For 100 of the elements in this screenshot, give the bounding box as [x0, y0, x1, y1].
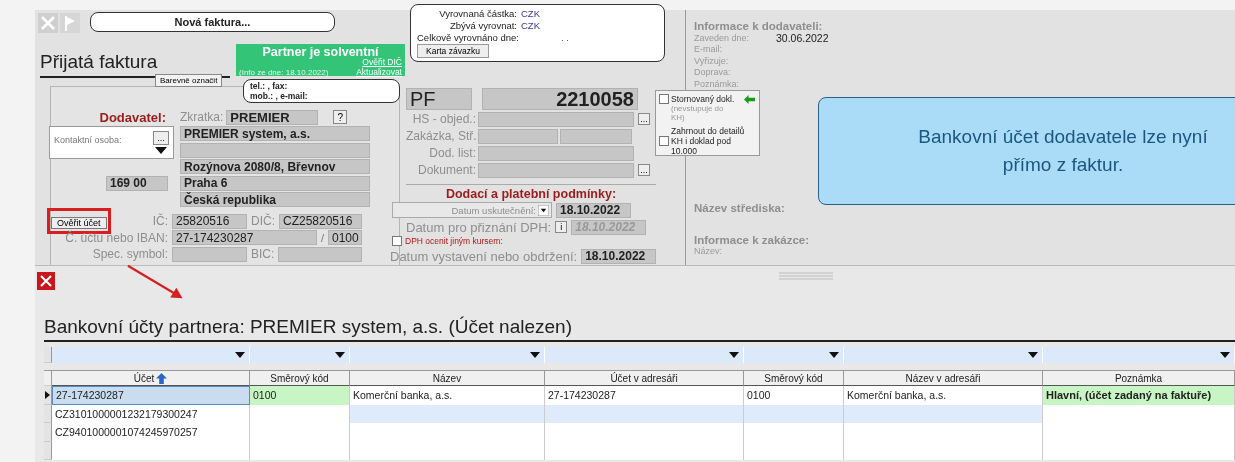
- solvency-info: (Info ze dne: 18.10.2022): [239, 67, 329, 77]
- back-arrow-icon[interactable]: [743, 94, 756, 105]
- filter-field[interactable]: [52, 347, 250, 363]
- dropdown-arrow-icon[interactable]: [538, 204, 549, 216]
- dropdown-arrow-icon[interactable]: [1028, 352, 1038, 358]
- column-header[interactable]: Název v adresáři: [844, 371, 1043, 386]
- payment-label: Celkově vyrovnáno dne:: [417, 31, 520, 43]
- table-cell: 0100: [744, 386, 844, 405]
- document-field[interactable]: [478, 111, 634, 127]
- flag-label: Stornovaný dokl.: [671, 94, 736, 104]
- column-header[interactable]: Směrový kód: [250, 371, 350, 386]
- document-field[interactable]: [478, 145, 634, 161]
- filter-field[interactable]: [250, 347, 350, 363]
- payment-value: . .: [561, 31, 569, 43]
- table-cell: 27-174230287: [545, 386, 744, 405]
- dropdown-arrow-icon[interactable]: [235, 352, 245, 358]
- solvency-status: Partner je solventní: [261, 45, 379, 59]
- checkbox[interactable]: [659, 94, 669, 104]
- dropdown-arrow-icon[interactable]: [335, 352, 345, 358]
- liability-card-button[interactable]: Karta závazku: [417, 44, 489, 58]
- date-field[interactable]: 18.10.2022: [556, 202, 631, 218]
- issued-date-label: Datum vystavení nebo obdržení:: [390, 248, 578, 264]
- document-field-label: Dod. list:: [428, 146, 476, 160]
- document-field[interactable]: [478, 162, 634, 178]
- center-name-label: Název střediska:: [694, 201, 786, 214]
- contact-button[interactable]: ...: [153, 130, 169, 145]
- checkbox[interactable]: [659, 136, 669, 146]
- banner-text: Bankovní účet dodavatele lze nyní: [918, 126, 1208, 148]
- filter-field[interactable]: [1043, 347, 1235, 363]
- dropdown-arrow-icon[interactable]: [829, 352, 839, 358]
- symbol-field[interactable]: [172, 246, 247, 262]
- shortcut-field[interactable]: PREMIER: [226, 109, 319, 125]
- account-field[interactable]: 27-174230287: [172, 230, 317, 246]
- ic-field[interactable]: 25820516: [172, 213, 247, 229]
- payment-value: CZK: [521, 20, 540, 31]
- address-field[interactable]: Rozýnova 2080/8, Břevnov: [180, 159, 370, 175]
- column-header[interactable]: Účet: [52, 371, 250, 386]
- column-header[interactable]: Účet v adresáři: [545, 371, 744, 386]
- invoice-number-field[interactable]: 2210058: [482, 88, 638, 110]
- other-rate-label: DPH ocenit jiným kursem:: [405, 236, 503, 246]
- contact-person-label: Kontaktní osoba:: [54, 134, 122, 147]
- account-label: Č. účtu nebo IBAN:: [64, 230, 168, 245]
- dropdown-arrow-icon[interactable]: [155, 146, 167, 154]
- series-field[interactable]: PF: [406, 88, 472, 110]
- table-cell: 27-174230287: [52, 386, 250, 405]
- info-button[interactable]: i: [555, 221, 568, 233]
- document-field-label: Zakázka, Stř.:: [406, 129, 476, 143]
- checkbox[interactable]: [392, 236, 402, 246]
- filter-field[interactable]: [844, 347, 1043, 363]
- flag-label: Zahrnout do detailů KH i doklad pod 10.000: [671, 126, 746, 156]
- ic-label: IČ:: [152, 214, 168, 229]
- order-field[interactable]: [478, 128, 558, 144]
- bic-label: BIC:: [251, 247, 275, 262]
- supplier-name-field[interactable]: PREMIER system, a.s.: [180, 126, 370, 142]
- bic-field[interactable]: [278, 246, 362, 262]
- banner-text: přímo z faktur.: [1002, 154, 1124, 176]
- close-icon[interactable]: [37, 272, 55, 290]
- column-header[interactable]: Poznámka: [1043, 371, 1235, 386]
- row-header: [44, 347, 52, 363]
- center-field[interactable]: [560, 128, 632, 144]
- filter-field[interactable]: [744, 347, 844, 363]
- filter-field[interactable]: [350, 347, 545, 363]
- symbol-label: Spec. symbol:: [91, 247, 168, 262]
- info-label: Doprava:: [694, 67, 732, 78]
- table-cell: 0100: [250, 386, 350, 405]
- column-header[interactable]: Směrový kód: [744, 371, 844, 386]
- dropdown-arrow-icon[interactable]: [530, 352, 540, 358]
- info-value: 30.06.2022: [776, 31, 829, 44]
- table-cell: CZ9401000001074245970257: [52, 423, 250, 442]
- bank-separator: /: [320, 231, 324, 244]
- sort-up-icon: [156, 372, 168, 384]
- row-header[interactable]: [44, 423, 52, 442]
- zip-field[interactable]: 169 00: [106, 175, 168, 191]
- flag-icon[interactable]: [60, 13, 80, 33]
- bank-code-field[interactable]: 0100: [328, 230, 362, 246]
- column-header[interactable]: Název: [350, 371, 545, 386]
- dic-field[interactable]: CZ25820516: [279, 213, 362, 229]
- order-info-title: Informace k zakázce:: [694, 233, 811, 246]
- color-mark-button[interactable]: Barevně označit: [155, 74, 223, 87]
- dropdown-arrow-icon[interactable]: [1220, 352, 1230, 358]
- info-label: Název:: [694, 246, 723, 257]
- verify-account-button[interactable]: Ověřit účet: [51, 217, 107, 230]
- info-label: Zaveden dne:: [694, 32, 751, 43]
- browse-button[interactable]: ...: [638, 113, 650, 125]
- dropdown-arrow-icon[interactable]: [729, 352, 739, 358]
- contact-person-box[interactable]: Kontaktní osoba: ...: [49, 125, 174, 159]
- terms-title: Dodací a platební podmínky:: [444, 187, 618, 201]
- shortcut-label: Zkratka:: [180, 110, 224, 125]
- payment-value: CZK: [521, 8, 540, 20]
- supplier-name-field-2[interactable]: [180, 142, 370, 158]
- issued-date-field[interactable]: 18.10.2022: [581, 248, 657, 264]
- filter-field[interactable]: [545, 347, 744, 363]
- city-field[interactable]: Praha 6: [180, 175, 370, 191]
- help-button[interactable]: ?: [333, 110, 348, 125]
- dic-label: DIČ:: [251, 214, 275, 229]
- new-invoice-bubble: Nová faktura...: [90, 12, 335, 32]
- country-field[interactable]: Česká republika: [180, 192, 370, 208]
- document-field-label: Dokument:: [416, 163, 476, 177]
- browse-button[interactable]: ...: [638, 164, 650, 176]
- row-indicator[interactable]: [44, 386, 52, 405]
